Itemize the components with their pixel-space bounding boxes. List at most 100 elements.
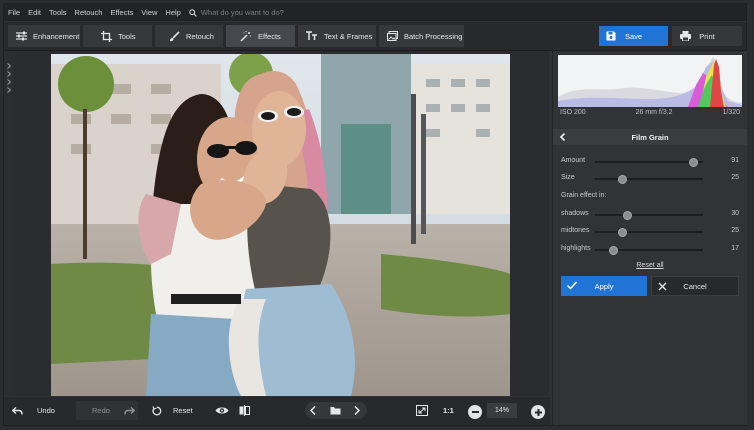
slider-thumb[interactable] [623, 211, 633, 220]
cancel-button[interactable]: Cancel [651, 276, 739, 296]
chevron-right-icon [354, 406, 360, 415]
menu-view[interactable]: View [137, 8, 161, 17]
redo-icon [124, 406, 135, 415]
slider-track[interactable] [595, 158, 703, 167]
slider-track[interactable] [595, 228, 703, 237]
slider-label: midtones [561, 227, 590, 234]
tab-retouch[interactable]: Retouch [155, 25, 223, 47]
actual-size-button[interactable]: 1:1 [443, 401, 457, 420]
back-arrow-icon[interactable] [559, 133, 567, 141]
slider-track[interactable] [595, 211, 703, 220]
slider-thumb[interactable] [618, 228, 627, 237]
search-box[interactable]: What do you want to do? [189, 8, 284, 17]
preview-toggle[interactable] [215, 401, 233, 420]
apply-label: Apply [594, 281, 614, 291]
chevron-right-icon [7, 87, 12, 93]
chevron-right-icon [7, 63, 12, 69]
slider-value: 91 [731, 157, 739, 164]
menu-effects[interactable]: Effects [106, 8, 137, 17]
zoom-out-button[interactable] [468, 405, 482, 419]
chevron-right-icon [7, 79, 12, 85]
folder-icon [330, 407, 341, 415]
search-placeholder: What do you want to do? [200, 8, 284, 17]
tab-batch-label: Batch Processing [404, 31, 463, 41]
tab-effects-label: Effects [258, 31, 281, 41]
cancel-label: Cancel [683, 281, 707, 291]
photo-illustration [51, 54, 510, 396]
undo-button[interactable]: Undo [12, 401, 74, 420]
slider-value: 25 [731, 227, 739, 234]
fit-to-screen-button[interactable] [416, 401, 430, 420]
minus-icon [471, 411, 479, 413]
slider-thumb[interactable] [609, 246, 619, 255]
printer-icon [680, 31, 691, 41]
text-icon [306, 31, 317, 40]
menu-bar: File Edit Tools Retouch Effects View Hel… [4, 4, 746, 21]
reset-all-link[interactable]: Reset all [553, 262, 747, 269]
slider-label: highlights [561, 245, 591, 252]
tab-text-frames-label: Text & Frames [324, 31, 373, 41]
slider-value: 25 [731, 174, 739, 181]
menu-tools[interactable]: Tools [45, 8, 71, 17]
compare-icon [239, 405, 250, 416]
redo-button[interactable]: Redo [76, 401, 138, 420]
magic-wand-icon [240, 30, 252, 42]
slider-track[interactable] [595, 246, 703, 255]
tab-tools[interactable]: Tools [83, 25, 152, 47]
next-photo-button[interactable] [354, 401, 366, 420]
exif-shutter: 1/320 [722, 109, 740, 116]
exif-lens: 26 mm f/3.2 [635, 109, 673, 116]
left-panel-gutter[interactable] [4, 51, 14, 396]
search-icon [189, 8, 197, 17]
crop-icon [101, 30, 112, 42]
exif-iso: ISO 200 [560, 109, 586, 116]
undo-label: Undo [37, 406, 55, 415]
effects-panel: ISO 200 26 mm f/3.2 1/320 Film Grain Amo… [552, 51, 747, 425]
app-window: File Edit Tools Retouch Effects View Hel… [3, 3, 747, 426]
fit-screen-icon [416, 405, 428, 416]
slider-track[interactable] [595, 175, 703, 184]
tab-enhancement[interactable]: Enhancement [8, 25, 80, 47]
save-label: Save [624, 31, 643, 41]
apply-button[interactable]: Apply [561, 276, 647, 296]
print-label: Print [699, 31, 715, 41]
menu-file[interactable]: File [4, 8, 24, 17]
slider-value: 17 [731, 245, 739, 252]
bottom-toolbar: Undo Redo Reset 1:1 14% [4, 397, 550, 425]
slider-label: Size [561, 174, 575, 181]
redo-label: Redo [92, 406, 110, 415]
zoom-in-button[interactable] [531, 405, 545, 419]
print-button[interactable]: Print [672, 26, 742, 46]
sliders-icon [16, 31, 27, 41]
menu-retouch[interactable]: Retouch [71, 8, 107, 17]
undo-icon [12, 406, 23, 415]
batch-icon [387, 31, 398, 41]
reset-button[interactable]: Reset [152, 401, 204, 420]
save-button[interactable]: Save [599, 26, 668, 46]
tab-text-frames[interactable]: Text & Frames [298, 25, 376, 47]
tab-retouch-label: Retouch [186, 31, 214, 41]
slider-label: Amount [561, 157, 586, 164]
open-folder-button[interactable] [330, 401, 342, 420]
menu-help[interactable]: Help [161, 8, 184, 17]
exif-info: ISO 200 26 mm f/3.2 1/320 [560, 109, 740, 116]
compare-button[interactable] [239, 401, 253, 420]
tab-tools-label: Tools [118, 31, 136, 41]
tab-effects[interactable]: Effects [226, 25, 295, 47]
photo [51, 54, 510, 396]
histogram [558, 55, 742, 107]
grain-section-label: Grain effect in: [561, 192, 607, 199]
reset-label: Reset [173, 406, 193, 415]
slider-thumb[interactable] [689, 158, 699, 167]
eye-icon [215, 407, 229, 414]
image-canvas[interactable] [14, 51, 549, 396]
slider-thumb[interactable] [618, 175, 627, 184]
menu-edit[interactable]: Edit [24, 8, 45, 17]
previous-photo-button[interactable] [310, 401, 322, 420]
slider-label: shadows [561, 210, 589, 217]
zoom-level[interactable]: 14% [487, 403, 517, 418]
plus-icon [534, 408, 542, 416]
close-icon [658, 282, 667, 291]
chevron-right-icon [7, 71, 12, 77]
tab-batch-processing[interactable]: Batch Processing [379, 25, 464, 47]
